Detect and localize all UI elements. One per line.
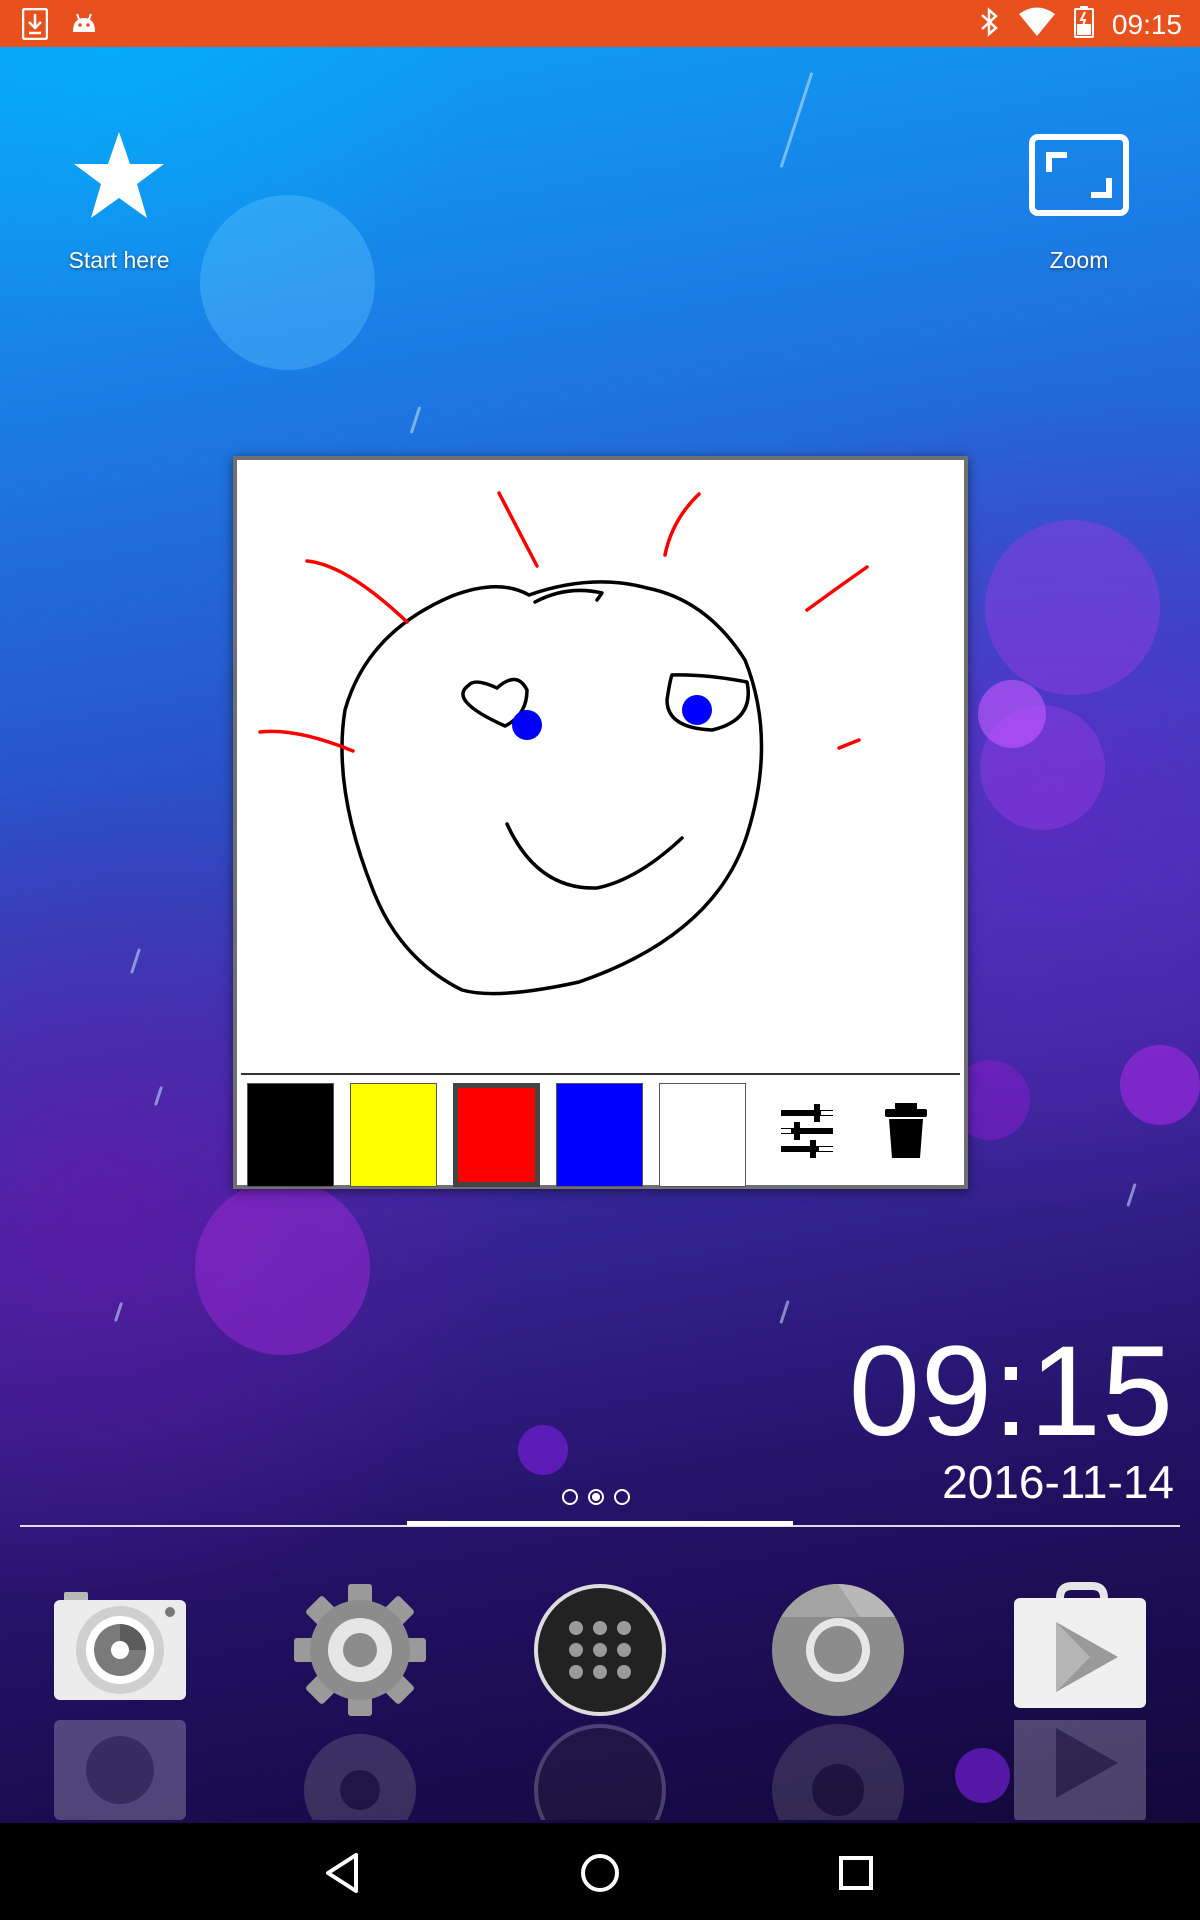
ray-stroke <box>497 491 539 568</box>
settings-icon-reflection <box>290 1720 430 1820</box>
zoom-icon <box>1029 134 1129 222</box>
ray-stroke <box>663 492 701 557</box>
chrome-icon-reflection <box>768 1720 908 1820</box>
face-outline-stroke <box>340 580 764 996</box>
swatch-black[interactable] <box>247 1083 334 1187</box>
chrome-icon[interactable] <box>768 1580 908 1720</box>
camera-icon-reflection <box>50 1720 190 1820</box>
settings-sliders-icon[interactable] <box>777 1101 837 1161</box>
wallpaper-bokeh <box>980 705 1105 830</box>
app-drawer-icon[interactable] <box>530 1580 670 1720</box>
swatch-white[interactable] <box>659 1083 746 1187</box>
trash-icon[interactable] <box>881 1101 941 1161</box>
ray-stroke <box>805 565 869 612</box>
android-icon <box>70 10 98 43</box>
settings-icon[interactable] <box>290 1580 430 1720</box>
mouth-stroke <box>505 822 684 890</box>
shortcut-zoom[interactable]: Zoom <box>979 134 1179 274</box>
wallpaper-bokeh <box>1120 1045 1200 1125</box>
home-icon[interactable] <box>572 1845 628 1901</box>
page-dot[interactable] <box>614 1489 630 1505</box>
wallpaper-streak <box>1126 1183 1137 1207</box>
wallpaper-streak <box>779 1300 790 1324</box>
dock-divider-highlight <box>407 1521 793 1526</box>
navigation-bar <box>0 1823 1200 1920</box>
wallpaper-streak <box>779 71 814 169</box>
battery-icon <box>1073 6 1094 43</box>
shortcut-start-here[interactable]: Start here <box>19 128 219 274</box>
page-dot[interactable] <box>562 1489 578 1505</box>
page-indicator <box>562 1489 630 1505</box>
app-drawer-icon-reflection <box>530 1720 670 1820</box>
ray-stroke <box>837 738 861 750</box>
download-icon <box>21 7 49 45</box>
status-bar-time: 09:15 <box>1111 8 1182 40</box>
wallpaper-streak <box>113 1302 124 1322</box>
wallpaper-bokeh <box>200 195 375 370</box>
ray-stroke <box>258 729 355 753</box>
wallpaper-bokeh <box>195 1180 370 1355</box>
wifi-icon <box>1018 7 1056 42</box>
wallpaper-streak <box>409 406 422 434</box>
status-bar: 09:15 <box>0 0 1200 47</box>
right-pupil <box>682 695 712 725</box>
drawing-widget <box>233 456 968 1189</box>
wallpaper-streak <box>130 948 141 974</box>
ray-stroke <box>305 559 409 624</box>
play-store-icon-reflection <box>1012 1720 1152 1820</box>
back-icon[interactable] <box>316 1845 372 1901</box>
shortcut-label: Zoom <box>1049 247 1109 273</box>
wallpaper-bokeh <box>955 1748 1010 1803</box>
camera-icon[interactable] <box>50 1580 190 1720</box>
bluetooth-icon <box>978 6 1000 43</box>
wallpaper-bokeh <box>978 680 1046 748</box>
drawing-canvas[interactable] <box>237 460 964 1072</box>
play-store-icon[interactable] <box>1012 1580 1152 1720</box>
clock-widget-time[interactable]: 09:15 <box>849 1318 1174 1465</box>
shortcut-label: Start here <box>68 247 170 273</box>
wallpaper-streak <box>153 1086 164 1106</box>
recents-icon[interactable] <box>828 1845 884 1901</box>
page-dot-active[interactable] <box>588 1489 604 1505</box>
clock-widget-date: 2016-11-14 <box>942 1456 1174 1508</box>
hair-stroke <box>533 588 604 604</box>
swatch-blue[interactable] <box>556 1083 643 1187</box>
swatch-red[interactable] <box>453 1083 540 1187</box>
star-icon <box>71 132 167 228</box>
wallpaper-bokeh <box>985 520 1160 695</box>
swatch-yellow[interactable] <box>350 1083 437 1187</box>
wallpaper-bokeh <box>518 1425 568 1475</box>
left-pupil <box>512 710 542 740</box>
drawing-toolbar <box>241 1073 960 1187</box>
